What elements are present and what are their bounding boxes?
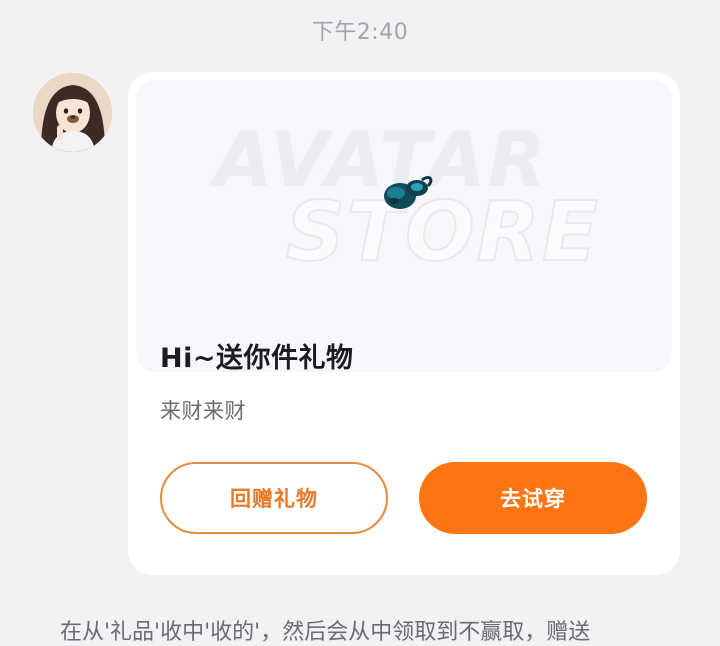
gift-back-button[interactable]: 回赠礼物 (160, 462, 388, 534)
banner-text-line2: STORE (285, 185, 600, 280)
try-on-button[interactable]: 去试穿 (419, 462, 647, 534)
avatar-photo (33, 73, 112, 152)
gift-message: 来财来财 (160, 399, 246, 423)
gift-title: Hi~送你件礼物 (160, 343, 354, 374)
next-message-preview: 在从'礼品'收中'收的'，然后会从中领取到不赢取，赠送 (60, 620, 591, 645)
message-timestamp: 下午2:40 (311, 20, 409, 45)
gift-message-card[interactable]: AVATAR STORE Hi~送你件礼物 来财来财 回赠礼物 去试穿 (128, 72, 680, 575)
sender-avatar[interactable] (33, 73, 112, 152)
avatar-store-banner: AVATAR STORE (136, 80, 672, 372)
pacifier-icon (384, 176, 433, 209)
